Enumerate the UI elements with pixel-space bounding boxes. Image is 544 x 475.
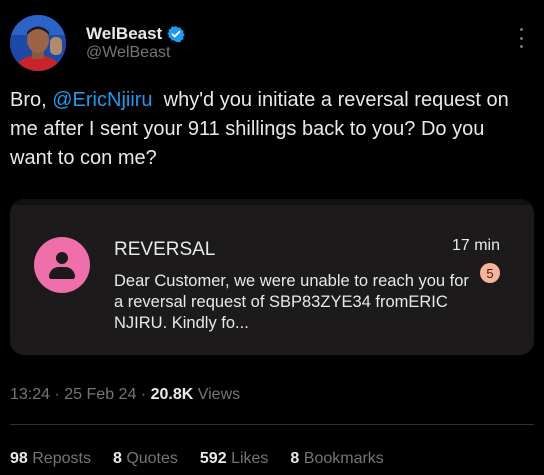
meta-separator: · xyxy=(140,386,147,403)
screenshot-crop-edge xyxy=(10,199,534,205)
author-avatar[interactable] xyxy=(10,15,66,71)
more-options-icon[interactable] xyxy=(513,26,529,50)
tweet-date[interactable]: 25 Feb 24 xyxy=(64,386,136,403)
sms-time: 17 min xyxy=(451,237,500,254)
sms-preview: Dear Customer, we were unable to reach y… xyxy=(114,272,469,332)
author-name[interactable]: WelBeast xyxy=(86,24,185,44)
tweet-time[interactable]: 13:24 xyxy=(10,386,50,403)
quotes-stat[interactable]: 8 Quotes xyxy=(113,450,178,468)
reposts-label: Reposts xyxy=(32,450,91,467)
views-label: Views xyxy=(197,386,241,403)
contact-head xyxy=(56,252,68,264)
more-dot xyxy=(519,45,523,48)
quotes-count: 8 xyxy=(112,450,122,467)
engagement-stats: 98 Reposts 8 Quotes 592 Likes 8 Bookmark… xyxy=(10,450,384,468)
bookmarks-count: 8 xyxy=(290,450,300,467)
quotes-label: Quotes xyxy=(126,450,178,467)
meta-separator: · xyxy=(54,386,60,403)
author-handle[interactable]: @WelBeast xyxy=(86,44,170,62)
sms-sender: REVERSAL xyxy=(114,239,216,260)
mention-link[interactable]: @EricNjiiru xyxy=(52,89,152,111)
views-count: 20.8K xyxy=(150,386,194,403)
more-dot xyxy=(519,36,523,40)
bookmarks-label: Bookmarks xyxy=(303,450,384,467)
tweet-meta: 13:24 · 25 Feb 24 · 20.8K Views xyxy=(10,386,240,404)
verified-badge-icon xyxy=(167,26,185,43)
tweet: WelBeast @WelBeast Bro, @EricNjiiru why'… xyxy=(0,0,544,475)
attached-screenshot[interactable]: REVERSAL 17 min 5 Dear Customer, we were… xyxy=(10,199,534,355)
likes-label: Likes xyxy=(231,450,269,467)
author-name-text: WelBeast xyxy=(86,24,163,43)
avatar-photo xyxy=(10,15,66,71)
reposts-count: 98 xyxy=(10,450,28,467)
reposts-stat[interactable]: 98 Reposts xyxy=(10,450,91,468)
likes-stat[interactable]: 592 Likes xyxy=(200,450,269,468)
tweet-text: Bro, @EricNjiiru why'd you initiate a re… xyxy=(10,86,530,173)
contact-body xyxy=(49,267,75,279)
divider xyxy=(10,424,534,425)
tweet-text-start: Bro, xyxy=(10,89,53,111)
contact-person-icon xyxy=(34,237,90,293)
likes-count: 592 xyxy=(199,450,227,467)
more-dot xyxy=(519,28,523,31)
bookmarks-stat[interactable]: 8 Bookmarks xyxy=(290,450,383,468)
unread-badge: 5 xyxy=(480,263,500,283)
